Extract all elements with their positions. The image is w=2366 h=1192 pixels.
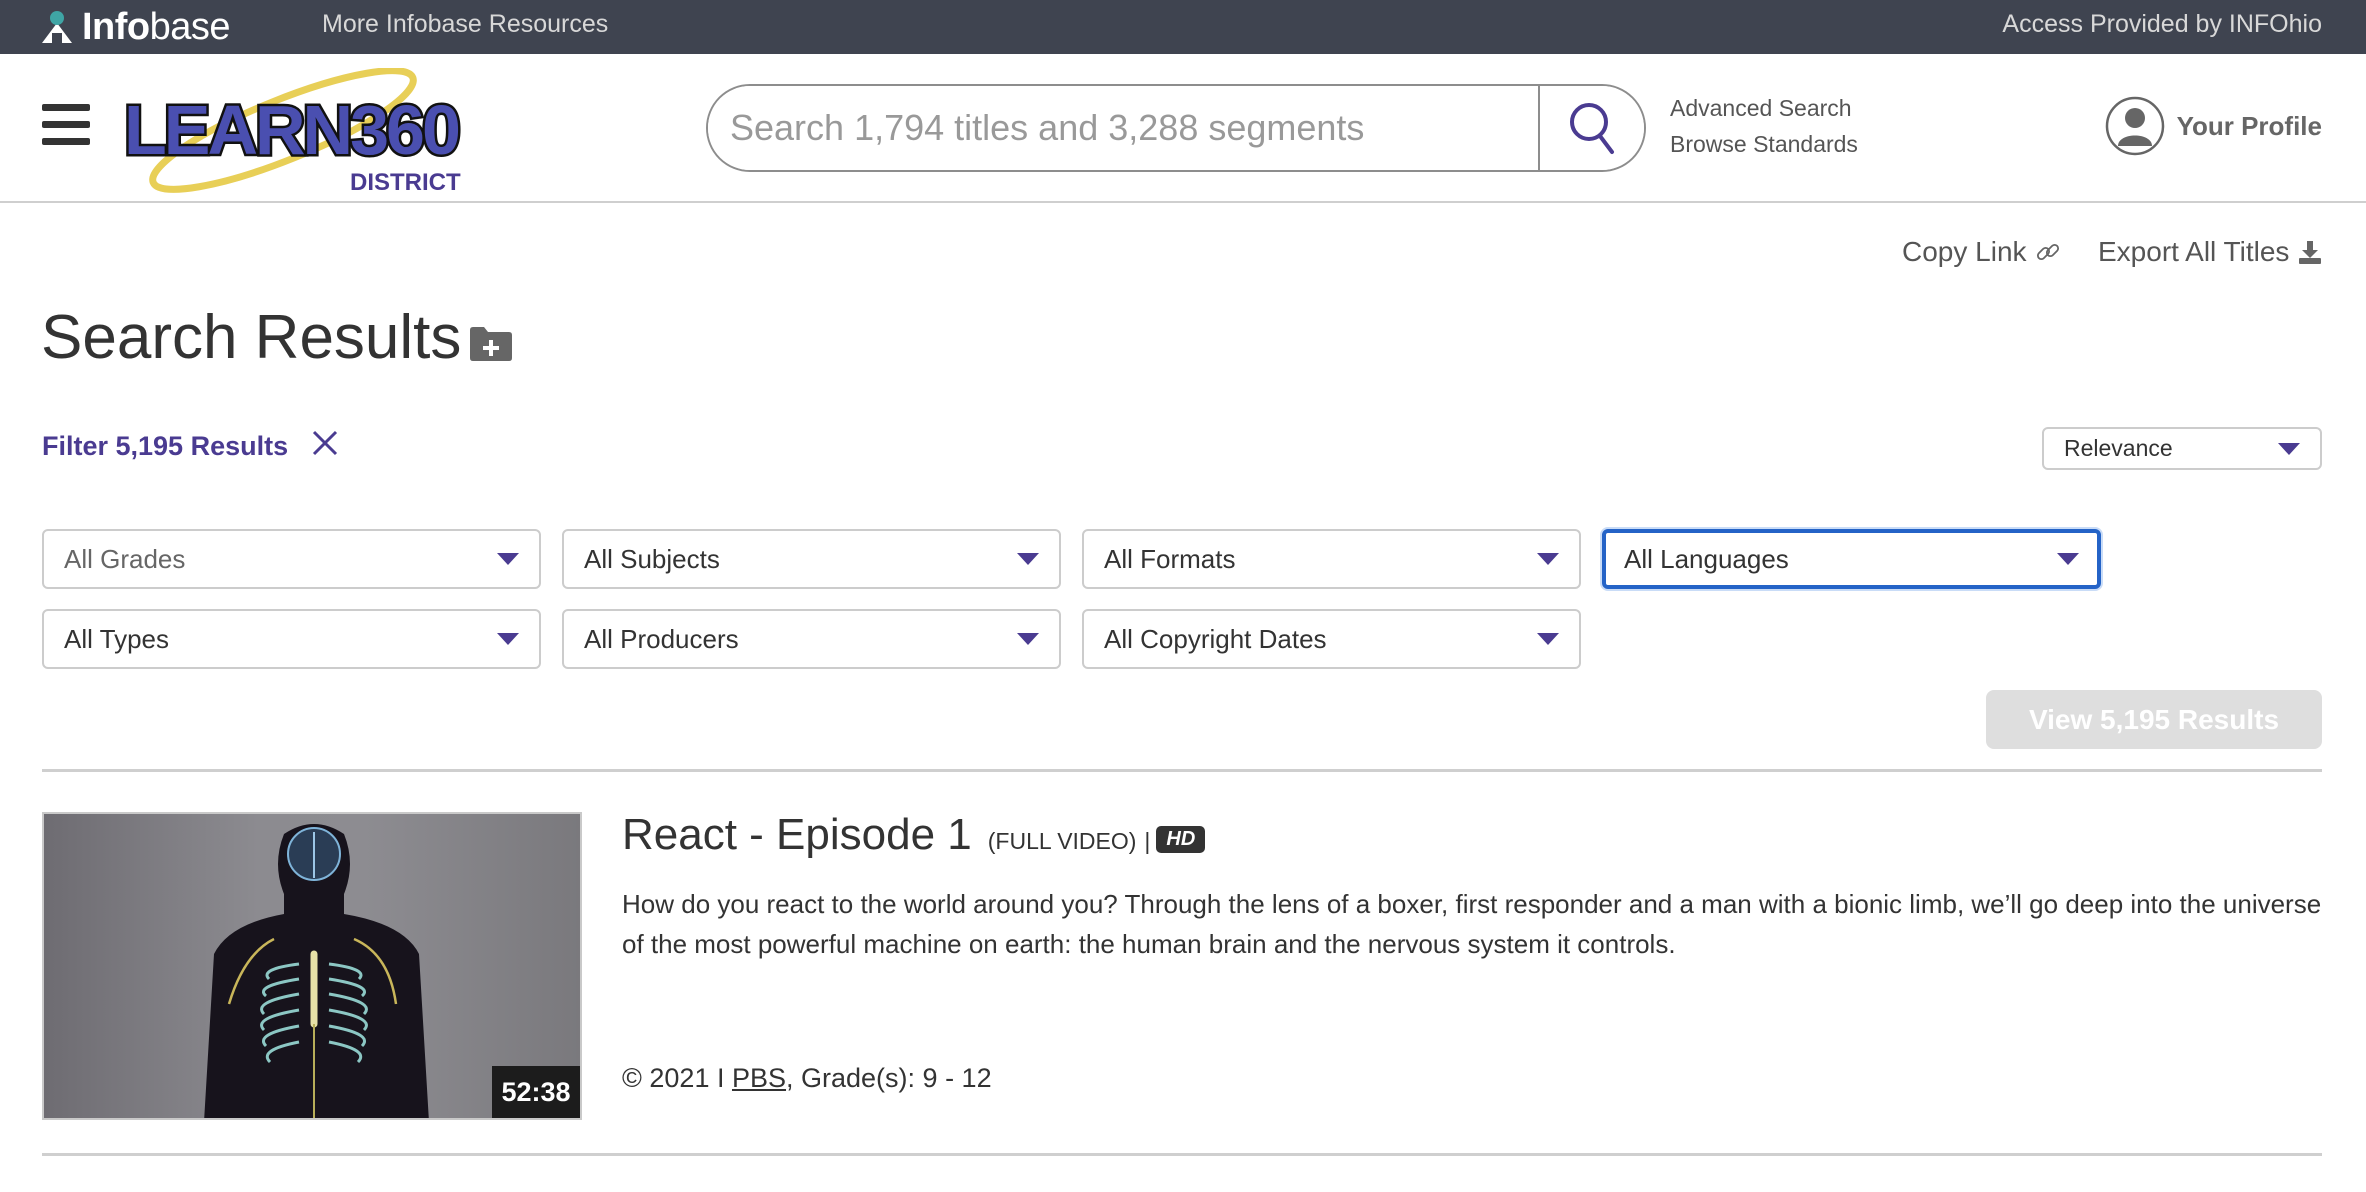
duration-badge: 52:38 [492,1066,580,1118]
search-icon [1570,103,1614,154]
copyright-dates-value: All Copyright Dates [1104,623,1327,654]
brand-light: base [149,5,231,48]
browse-standards-link[interactable]: Browse Standards [1670,126,1858,162]
sort-select[interactable]: Relevance [2042,427,2322,470]
chevron-down-icon [1537,553,1559,565]
chevron-down-icon [497,553,519,565]
languages-select[interactable]: All Languages [1602,529,2101,589]
types-select[interactable]: All Types [42,609,541,669]
formats-select[interactable]: All Formats [1082,529,1581,589]
sort-value: Relevance [2064,435,2173,461]
profile-button[interactable]: Your Profile [2105,96,2322,156]
logo-district: DISTRICT [350,169,461,194]
types-value: All Types [64,623,170,654]
subjects-value: All Subjects [584,543,720,574]
access-provided-text: Access Provided by INFOhio [2002,10,2322,38]
search-links: Advanced Search Browse Standards [1670,90,1858,162]
export-all-titles-button[interactable]: Export All Titles [2098,236,2323,268]
copy-link-button[interactable]: Copy Link [1902,236,2061,268]
top-bar: Info base More Infobase Resources Access … [0,0,2366,54]
chevron-down-icon [2057,553,2079,565]
profile-label: Your Profile [2176,110,2322,141]
brand-bold: Info [82,5,150,48]
menu-hamburger-icon[interactable] [42,104,90,150]
grades-select[interactable]: All Grades [42,529,541,589]
result-title-row: React - Episode 1 (FULL VIDEO) | HD [622,810,1206,860]
add-to-folder-icon[interactable] [468,326,514,362]
result-thumbnail[interactable]: 52:38 [42,812,582,1120]
result-meta: © 2021 I PBS, Grade(s): 9 - 12 [622,1063,992,1094]
copyright-year: © 2021 I [622,1063,725,1093]
result-title-link[interactable]: React - Episode 1 [622,810,972,860]
copy-link-label: Copy Link [1902,236,2027,267]
chevron-down-icon [1017,553,1039,565]
advanced-search-link[interactable]: Advanced Search [1670,90,1858,126]
chevron-down-icon [1017,633,1039,645]
copyright-dates-select[interactable]: All Copyright Dates [1082,609,1581,669]
page-title: Search Results [41,303,462,372]
producer-link[interactable]: PBS [732,1063,786,1093]
user-avatar-icon [2105,96,2164,156]
hd-badge: HD [1156,826,1206,853]
download-icon [2299,241,2322,264]
divider [42,769,2322,772]
export-label: Export All Titles [2098,236,2290,267]
languages-value: All Languages [1624,543,1789,574]
logo-text: LEARN360 [124,91,459,169]
result-kind: (FULL VIDEO) [987,828,1137,854]
close-filter-icon[interactable] [310,428,340,458]
learn360-logo[interactable]: LEARN360 DISTRICT [118,68,464,194]
result-separator: | [1144,828,1151,854]
subjects-select[interactable]: All Subjects [562,529,1061,589]
site-header: LEARN360 DISTRICT Advanced Search Browse… [0,54,2366,203]
producers-value: All Producers [584,623,739,654]
link-icon [2036,243,2059,261]
chevron-down-icon [1537,633,1559,645]
grade-range: , Grade(s): 9 - 12 [786,1063,992,1093]
chevron-down-icon [2278,442,2300,455]
result-description: How do you react to the world around you… [622,889,2322,959]
infobase-mark-icon [40,9,74,45]
chevron-down-icon [497,633,519,645]
search-bar [706,84,1646,172]
producers-select[interactable]: All Producers [562,609,1061,669]
filter-results-toggle[interactable]: Filter 5,195 Results [42,431,288,462]
more-resources-link[interactable]: More Infobase Resources [322,10,608,39]
search-input[interactable] [708,86,1538,170]
infobase-logo[interactable]: Info base [40,4,231,50]
formats-value: All Formats [1104,543,1236,574]
view-results-button[interactable]: View 5,195 Results [1986,690,2322,749]
search-button[interactable] [1538,86,1644,170]
divider [42,1153,2322,1156]
grades-value: All Grades [64,543,186,574]
